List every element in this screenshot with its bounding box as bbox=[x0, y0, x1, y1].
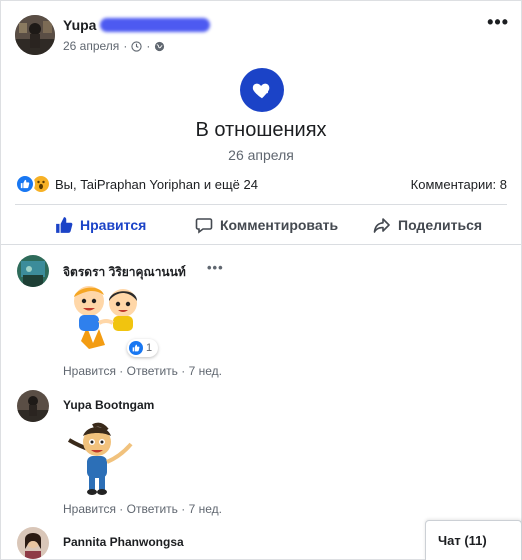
share-button[interactable]: Поделиться bbox=[373, 207, 482, 243]
post-header: Yupa 26 апреля · · ••• bbox=[15, 13, 509, 59]
post-more-icon[interactable]: ••• bbox=[487, 13, 509, 31]
share-label: Поделиться bbox=[398, 217, 483, 233]
comment-item: จิตรดรา วิริยาคุณานนท์ ••• 1 Нравится · … bbox=[17, 255, 507, 379]
reaction-icons[interactable] bbox=[15, 174, 55, 194]
commenter-avatar[interactable] bbox=[17, 527, 49, 559]
like-reaction-icon bbox=[15, 174, 35, 194]
like-button[interactable]: Нравится bbox=[55, 207, 146, 243]
commenter-avatar[interactable] bbox=[17, 255, 49, 287]
comment-item: Yupa Bootngam Нравится · Ответить · 7 не… bbox=[17, 390, 507, 516]
divider bbox=[1, 244, 521, 245]
redacted-surname bbox=[100, 18, 211, 32]
comment-more-icon[interactable]: ••• bbox=[207, 260, 224, 275]
share-icon bbox=[373, 218, 390, 233]
commenter-avatar[interactable] bbox=[17, 390, 49, 422]
comment-like-link[interactable]: Нравится bbox=[63, 502, 116, 516]
comments-count-link[interactable]: Комментарии: 8 bbox=[411, 177, 507, 192]
comment-icon bbox=[195, 218, 213, 234]
author-avatar[interactable] bbox=[15, 15, 55, 55]
chat-label: Чат (11) bbox=[438, 533, 487, 548]
reaction-count: 1 bbox=[146, 342, 153, 354]
life-event-title: В отношениях bbox=[195, 119, 327, 141]
clock-icon bbox=[131, 40, 142, 52]
thumbs-up-icon bbox=[56, 217, 73, 233]
comment-time[interactable]: 7 нед. bbox=[189, 364, 222, 378]
comment-button[interactable]: Комментировать bbox=[195, 207, 338, 243]
post-card: Yupa 26 апреля · · ••• В отношениях 26 а… bbox=[0, 0, 522, 560]
comment-actions: Нравится · Ответить · 7 нед. bbox=[63, 364, 222, 378]
comment-reply-link[interactable]: Ответить bbox=[127, 502, 178, 516]
like-label: Нравится bbox=[80, 217, 147, 233]
post-actions: Нравится Комментировать Поделиться bbox=[15, 207, 507, 243]
post-meta: 26 апреля · · bbox=[63, 39, 165, 53]
chat-tab[interactable]: Чат (11) bbox=[425, 520, 522, 560]
minion-girl-sticker bbox=[67, 422, 133, 495]
meta-separator: · bbox=[146, 39, 151, 53]
globe-icon[interactable] bbox=[154, 41, 165, 52]
life-event-date: 26 апреля bbox=[228, 147, 294, 163]
comment-time[interactable]: 7 нед. bbox=[189, 502, 222, 516]
comment-label: Комментировать bbox=[220, 217, 339, 233]
commenter-name[interactable]: Pannita Phanwongsa bbox=[63, 535, 184, 549]
post-date[interactable]: 26 апреля bbox=[63, 39, 119, 53]
comment-actions: Нравится · Ответить · 7 нед. bbox=[63, 502, 222, 516]
like-reaction-icon bbox=[129, 341, 143, 355]
comment-reaction-count[interactable]: 1 bbox=[127, 339, 159, 357]
meta-separator: · bbox=[123, 39, 128, 53]
relationship-heart-icon bbox=[240, 68, 284, 112]
reactions-people-link[interactable]: Вы, TaiPraphan Yoriphan и ещё 24 bbox=[55, 177, 258, 192]
comment-like-link[interactable]: Нравится bbox=[63, 364, 116, 378]
divider bbox=[15, 204, 507, 205]
comment-reply-link[interactable]: Ответить bbox=[127, 364, 178, 378]
author-name[interactable]: Yupa bbox=[63, 17, 211, 33]
reactions-summary: Вы, TaiPraphan Yoriphan и ещё 24 Коммент… bbox=[15, 173, 507, 195]
heart-icon bbox=[252, 83, 270, 99]
commenter-name[interactable]: Yupa Bootngam bbox=[63, 398, 154, 412]
